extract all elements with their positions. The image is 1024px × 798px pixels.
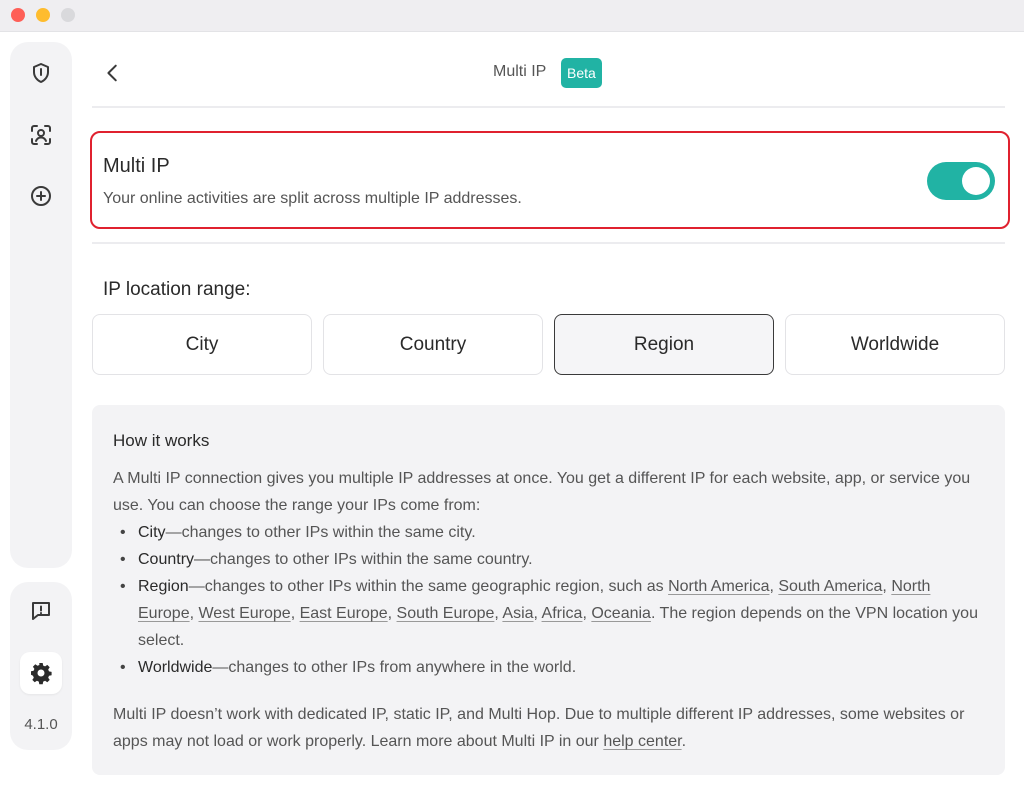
link-south-europe[interactable]: South Europe bbox=[397, 605, 495, 622]
zoom-window-button[interactable] bbox=[61, 8, 75, 22]
multi-ip-toggle[interactable] bbox=[927, 162, 995, 200]
multi-ip-description: Your online activities are split across … bbox=[103, 190, 522, 207]
range-explanations: City—changes to other IPs within the sam… bbox=[113, 519, 983, 681]
sidebar-item-identity[interactable] bbox=[20, 114, 62, 156]
sidebar-item-add[interactable] bbox=[20, 175, 62, 217]
link-africa[interactable]: Africa bbox=[542, 605, 583, 622]
minimize-window-button[interactable] bbox=[36, 8, 50, 22]
page-title: Multi IP bbox=[493, 63, 547, 80]
toggle-knob bbox=[962, 167, 990, 195]
list-item: Country—changes to other IPs within the … bbox=[113, 546, 983, 573]
feedback-icon bbox=[32, 602, 50, 620]
range-option-region[interactable]: Region bbox=[554, 314, 774, 375]
divider bbox=[92, 242, 1005, 244]
multi-ip-title: Multi IP bbox=[103, 155, 170, 177]
range-option-city[interactable]: City bbox=[92, 314, 312, 375]
user-scan-icon bbox=[31, 125, 51, 145]
link-asia[interactable]: Asia bbox=[502, 605, 533, 622]
how-it-works-footer: Multi IP doesn’t work with dedicated IP,… bbox=[113, 706, 965, 750]
list-item: City—changes to other IPs within the sam… bbox=[113, 519, 983, 546]
list-item: Worldwide—changes to other IPs from anyw… bbox=[113, 654, 983, 681]
shield-icon bbox=[33, 63, 49, 83]
gear-icon bbox=[31, 663, 52, 685]
range-option-country[interactable]: Country bbox=[323, 314, 543, 375]
help-center-link[interactable]: help center bbox=[603, 733, 681, 750]
app-version: 4.1.0 bbox=[24, 716, 58, 733]
link-west-europe[interactable]: West Europe bbox=[198, 605, 290, 622]
link-east-europe[interactable]: East Europe bbox=[300, 605, 388, 622]
sidebar-item-feedback[interactable] bbox=[20, 590, 62, 632]
how-it-works-intro: A Multi IP connection gives you multiple… bbox=[113, 470, 971, 514]
title-bar bbox=[0, 0, 1024, 32]
close-window-button[interactable] bbox=[11, 8, 25, 22]
divider bbox=[92, 106, 1005, 108]
range-option-worldwide[interactable]: Worldwide bbox=[785, 314, 1005, 375]
sidebar-item-settings[interactable] bbox=[20, 652, 62, 694]
back-button[interactable] bbox=[98, 58, 128, 88]
chevron-left-icon bbox=[107, 64, 117, 82]
link-oceania[interactable]: Oceania bbox=[591, 605, 651, 622]
multi-ip-card bbox=[90, 131, 1010, 229]
plus-circle-icon bbox=[31, 186, 51, 206]
how-it-works-title: How it works bbox=[113, 431, 210, 450]
ip-range-label: IP location range: bbox=[103, 279, 251, 300]
link-south-america[interactable]: South America bbox=[778, 578, 882, 595]
list-item: Region—changes to other IPs within the s… bbox=[113, 573, 983, 654]
sidebar-item-protection[interactable] bbox=[20, 52, 62, 94]
link-north-america[interactable]: North America bbox=[668, 578, 769, 595]
beta-badge: Beta bbox=[561, 58, 602, 88]
